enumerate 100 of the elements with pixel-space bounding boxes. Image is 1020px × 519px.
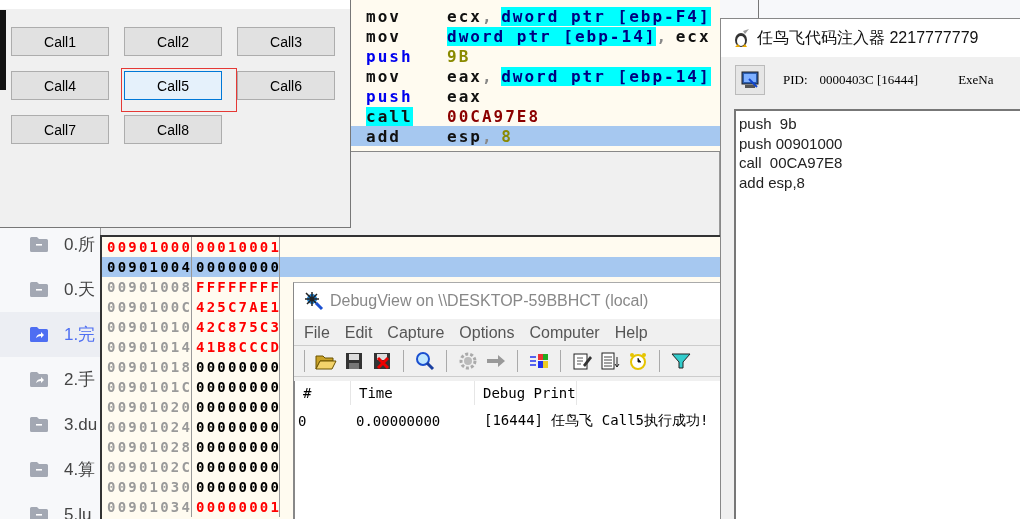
memory-row[interactable]: 00901028 00000000 bbox=[102, 437, 280, 457]
call-button[interactable]: Call7 bbox=[11, 115, 109, 144]
address-cell: 00901018 bbox=[102, 357, 192, 377]
memory-row[interactable]: 00901008 FFFFFFFF bbox=[102, 277, 280, 297]
address-cell: 0090100C bbox=[102, 297, 192, 317]
value-cell: 00000000 bbox=[192, 417, 280, 437]
sidebar-item[interactable]: 4.算 bbox=[0, 447, 100, 492]
mnemonic: push bbox=[366, 86, 413, 106]
code-line[interactable]: push 9B bbox=[351, 46, 720, 66]
operand: 9B bbox=[447, 46, 471, 66]
code-line[interactable]: push eax bbox=[351, 86, 720, 106]
memory-row[interactable]: 0090100C 425C7AE1 bbox=[102, 297, 280, 317]
pid-value: 0000403C [16444] bbox=[819, 72, 919, 88]
folder-icon bbox=[30, 237, 48, 252]
memory-row[interactable]: 00901004 00000000 bbox=[102, 257, 280, 277]
address-cell: 0090102C bbox=[102, 457, 192, 477]
memory-row[interactable]: 00901014 41B8CCCD bbox=[102, 337, 280, 357]
edit-document-icon[interactable] bbox=[571, 351, 593, 371]
memory-row[interactable]: 00901020 00000000 bbox=[102, 397, 280, 417]
menu-item[interactable]: Edit bbox=[344, 324, 373, 342]
app-icon bbox=[304, 291, 324, 311]
operand: , bbox=[481, 6, 493, 26]
address-cell: 00901014 bbox=[102, 337, 192, 357]
call-button[interactable]: Call8 bbox=[124, 115, 222, 144]
call-button[interactable]: Call4 bbox=[11, 71, 109, 100]
column-header[interactable]: # bbox=[295, 381, 351, 405]
column-header[interactable]: Time bbox=[351, 381, 475, 405]
call-button[interactable]: Call3 bbox=[237, 27, 335, 56]
column-header[interactable]: Debug Print bbox=[475, 381, 577, 405]
code-line: call 00CA97E8 bbox=[739, 153, 844, 173]
menu-item[interactable]: Help bbox=[614, 324, 648, 342]
code-line: push 00901000 bbox=[739, 133, 844, 153]
call-button[interactable]: Call5 bbox=[124, 71, 222, 100]
memory-row[interactable]: 0090102C 00000000 bbox=[102, 457, 280, 477]
operand: dword ptr [ebp-14] bbox=[447, 26, 657, 46]
mnemonic: mov bbox=[366, 6, 401, 26]
alarm-clock-icon[interactable] bbox=[627, 351, 649, 371]
code-line[interactable]: mov dword ptr [ebp-14], ecx bbox=[351, 26, 720, 46]
save-icon[interactable] bbox=[343, 351, 365, 371]
operand: esp bbox=[447, 126, 482, 146]
table-cell-text: [16444] 任鸟飞 Call5执行成功! bbox=[483, 412, 709, 430]
sidebar-item[interactable]: 2.手 bbox=[0, 357, 100, 402]
memory-row[interactable]: 00901018 00000000 bbox=[102, 357, 280, 377]
menu-item[interactable]: Options bbox=[459, 324, 515, 342]
filter-icon[interactable] bbox=[670, 351, 692, 371]
sidebar-item[interactable]: 0.所 bbox=[0, 222, 100, 267]
folder-icon bbox=[30, 417, 48, 432]
menu-item[interactable]: Capture bbox=[387, 324, 445, 342]
mnemonic: mov bbox=[366, 66, 401, 86]
window-title: 任鸟飞代码注入器 2217777779 bbox=[757, 27, 979, 48]
item-label: 2.手 bbox=[64, 369, 96, 391]
code-line[interactable]: call 00CA97E8 bbox=[351, 106, 720, 126]
window-title: DebugView on \\DESKTOP-59BBHCT (local) bbox=[330, 292, 649, 310]
address-cell: 0090101C bbox=[102, 377, 192, 397]
code-line: push 9b bbox=[739, 114, 798, 134]
call-button[interactable]: Call6 bbox=[237, 71, 335, 100]
sidebar-item[interactable]: 1.完 bbox=[0, 312, 100, 357]
code-line[interactable]: mov ecx, dword ptr [ebp-F4] bbox=[351, 6, 720, 26]
item-label: 5.lu bbox=[64, 504, 92, 519]
operand: eax bbox=[447, 86, 482, 106]
call-button[interactable]: Call1 bbox=[11, 27, 109, 56]
value-cell: 00000000 bbox=[192, 377, 280, 397]
process-button[interactable] bbox=[735, 65, 765, 95]
address-cell: 00901030 bbox=[102, 477, 192, 497]
address-cell: 00901004 bbox=[102, 257, 192, 277]
item-label: 0.所 bbox=[64, 234, 96, 256]
memory-row[interactable]: 0090101C 00000000 bbox=[102, 377, 280, 397]
folder-icon bbox=[30, 462, 48, 477]
value-cell: FFFFFFFF bbox=[192, 277, 280, 297]
sidebar-item[interactable]: 5.lu bbox=[0, 492, 100, 519]
list-icon[interactable] bbox=[599, 351, 621, 371]
call-button[interactable]: Call2 bbox=[124, 27, 222, 56]
sidebar-item[interactable]: 3.du bbox=[0, 402, 100, 447]
menu-item[interactable]: Computer bbox=[529, 324, 600, 342]
value-cell: 00000000 bbox=[192, 477, 280, 497]
operand: eax bbox=[447, 66, 482, 86]
search-icon[interactable] bbox=[414, 351, 436, 371]
value-cell: 425C7AE1 bbox=[192, 297, 280, 317]
sidebar-item[interactable]: 0.天 bbox=[0, 267, 100, 312]
clear-icon[interactable] bbox=[371, 351, 393, 371]
value-cell: 00000000 bbox=[192, 457, 280, 477]
shared-folder-icon bbox=[30, 372, 48, 387]
code-line[interactable]: mov eax, dword ptr [ebp-14] bbox=[351, 66, 720, 86]
folder-icon bbox=[30, 282, 48, 297]
operand: ecx bbox=[447, 6, 482, 26]
menu-item[interactable]: File bbox=[304, 324, 330, 342]
value-cell: 00000000 bbox=[192, 357, 280, 377]
value-cell: 00000000 bbox=[192, 437, 280, 457]
memory-row[interactable]: 00901024 00000000 bbox=[102, 417, 280, 437]
memory-row[interactable]: 00901010 42C875C3 bbox=[102, 317, 280, 337]
address-cell: 00901008 bbox=[102, 277, 192, 297]
code-input[interactable]: push 9b push 00901000 call 00CA97E8 add esp,8 bbox=[734, 109, 1020, 519]
operand: , bbox=[481, 66, 493, 86]
memory-row[interactable]: 00901030 00000000 bbox=[102, 477, 280, 497]
pid-label: PID: bbox=[783, 72, 808, 88]
operand: 8 bbox=[501, 126, 513, 146]
memory-row[interactable]: 00901034 00000001 bbox=[102, 497, 280, 517]
table-cell-text: 0 bbox=[297, 413, 308, 429]
exe-name-label: ExeNa bbox=[958, 72, 994, 88]
windows-flag-icon[interactable] bbox=[528, 351, 550, 371]
